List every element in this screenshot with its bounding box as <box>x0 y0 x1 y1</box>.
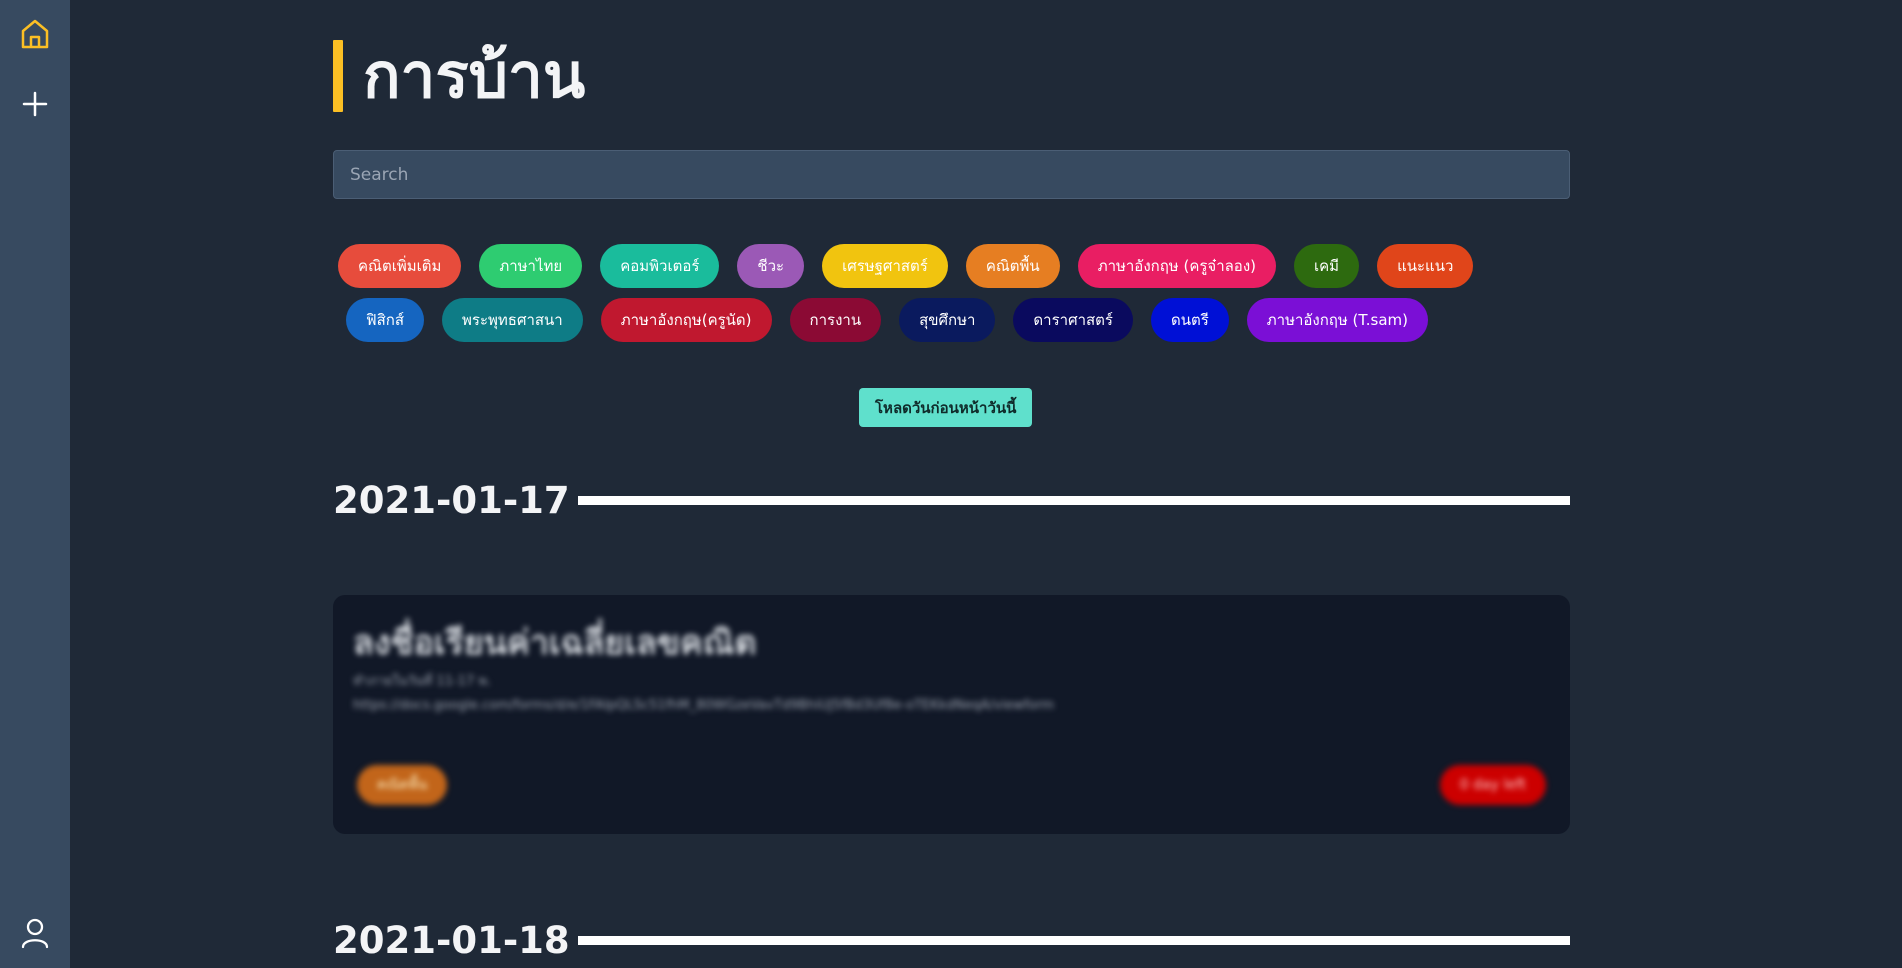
card-due-badge: 0 day left <box>1439 765 1546 805</box>
subject-tag[interactable]: คอมพิวเตอร์ <box>600 244 720 288</box>
subject-tags-row-1: คณิตเพิ่มเติม ภาษาไทย คอมพิวเตอร์ ชีวะ เศรษฐ… <box>338 244 1566 288</box>
load-previous-days-button[interactable]: โหลดวันก่อนหน้าวันนี้ <box>859 388 1033 427</box>
subject-tags-row-2: ฟิสิกส์ พระพุทธศาสนา ภาษาอังกฤษ(ครูนัด) การ… <box>346 298 1574 342</box>
date-header: 2021-01-17 <box>333 478 1570 522</box>
subject-tag[interactable]: ดาราศาสตร์ <box>1013 298 1133 342</box>
subject-tag[interactable]: พระพุทธศาสนา <box>442 298 583 342</box>
subject-tag[interactable]: ชีวะ <box>737 244 805 288</box>
subject-tag[interactable]: ภาษาอังกฤษ(ครูนัด) <box>600 298 772 342</box>
subject-tag[interactable]: คณิตเพิ่มเติม <box>338 244 462 288</box>
card-desc-link: https://docs.google.com/forms/d/e/1FAIpQ… <box>353 698 1055 713</box>
subject-tag[interactable]: ภาษาอังกฤษ (ครูจ๋าลอง) <box>1077 244 1276 288</box>
card-description: ทำภายในวันที่ 11-17 พ. https://docs.goog… <box>353 670 1054 718</box>
date-divider <box>577 935 1570 945</box>
plus-icon <box>22 91 48 117</box>
subject-tag[interactable]: การงาน <box>789 298 882 342</box>
card-title: ลงชื่อเรียนค่าเฉลี่ยเลขคณิต <box>353 623 757 663</box>
subject-tag[interactable]: ภาษาอังกฤษ (T.sam) <box>1246 298 1429 342</box>
page-title: การบ้าน <box>363 39 586 112</box>
subject-tag[interactable]: สุขศึกษา <box>899 298 996 342</box>
date-label: 2021-01-17 <box>333 478 570 522</box>
title-accent-bar <box>333 40 343 112</box>
page-header: การบ้าน <box>333 38 585 114</box>
subject-tag[interactable]: คณิตพื้น <box>965 244 1060 288</box>
card-subject-tag: คณิตพื้น <box>357 765 448 805</box>
subject-tag[interactable]: ฟิสิกส์ <box>346 298 425 342</box>
main-content: การบ้าน คณิตเพิ่มเติม ภาษาไทย คอมพิวเตอร์ ช… <box>333 0 1570 968</box>
home-button[interactable] <box>17 16 53 52</box>
subject-tag[interactable]: เศรษฐศาสตร์ <box>822 244 948 288</box>
subject-tag[interactable]: เคมี <box>1294 244 1360 288</box>
homework-card[interactable]: ลงชื่อเรียนค่าเฉลี่ยเลขคณิต ทำภายในวันที… <box>333 595 1570 834</box>
date-divider <box>577 495 1570 505</box>
home-icon <box>21 19 49 49</box>
card-desc-line: ทำภายในวันที่ 11-17 พ. <box>353 674 492 689</box>
sidebar <box>0 0 70 968</box>
subject-tag[interactable]: ภาษาไทย <box>479 244 583 288</box>
date-label: 2021-01-18 <box>333 918 570 962</box>
search-input[interactable] <box>333 150 1570 199</box>
subject-tag[interactable]: ดนตรี <box>1150 298 1229 342</box>
subject-tag[interactable]: แนะแนว <box>1377 244 1474 288</box>
add-button[interactable] <box>17 86 53 122</box>
user-icon <box>21 918 49 949</box>
date-header: 2021-01-18 <box>333 918 1570 962</box>
profile-button[interactable] <box>17 915 53 951</box>
